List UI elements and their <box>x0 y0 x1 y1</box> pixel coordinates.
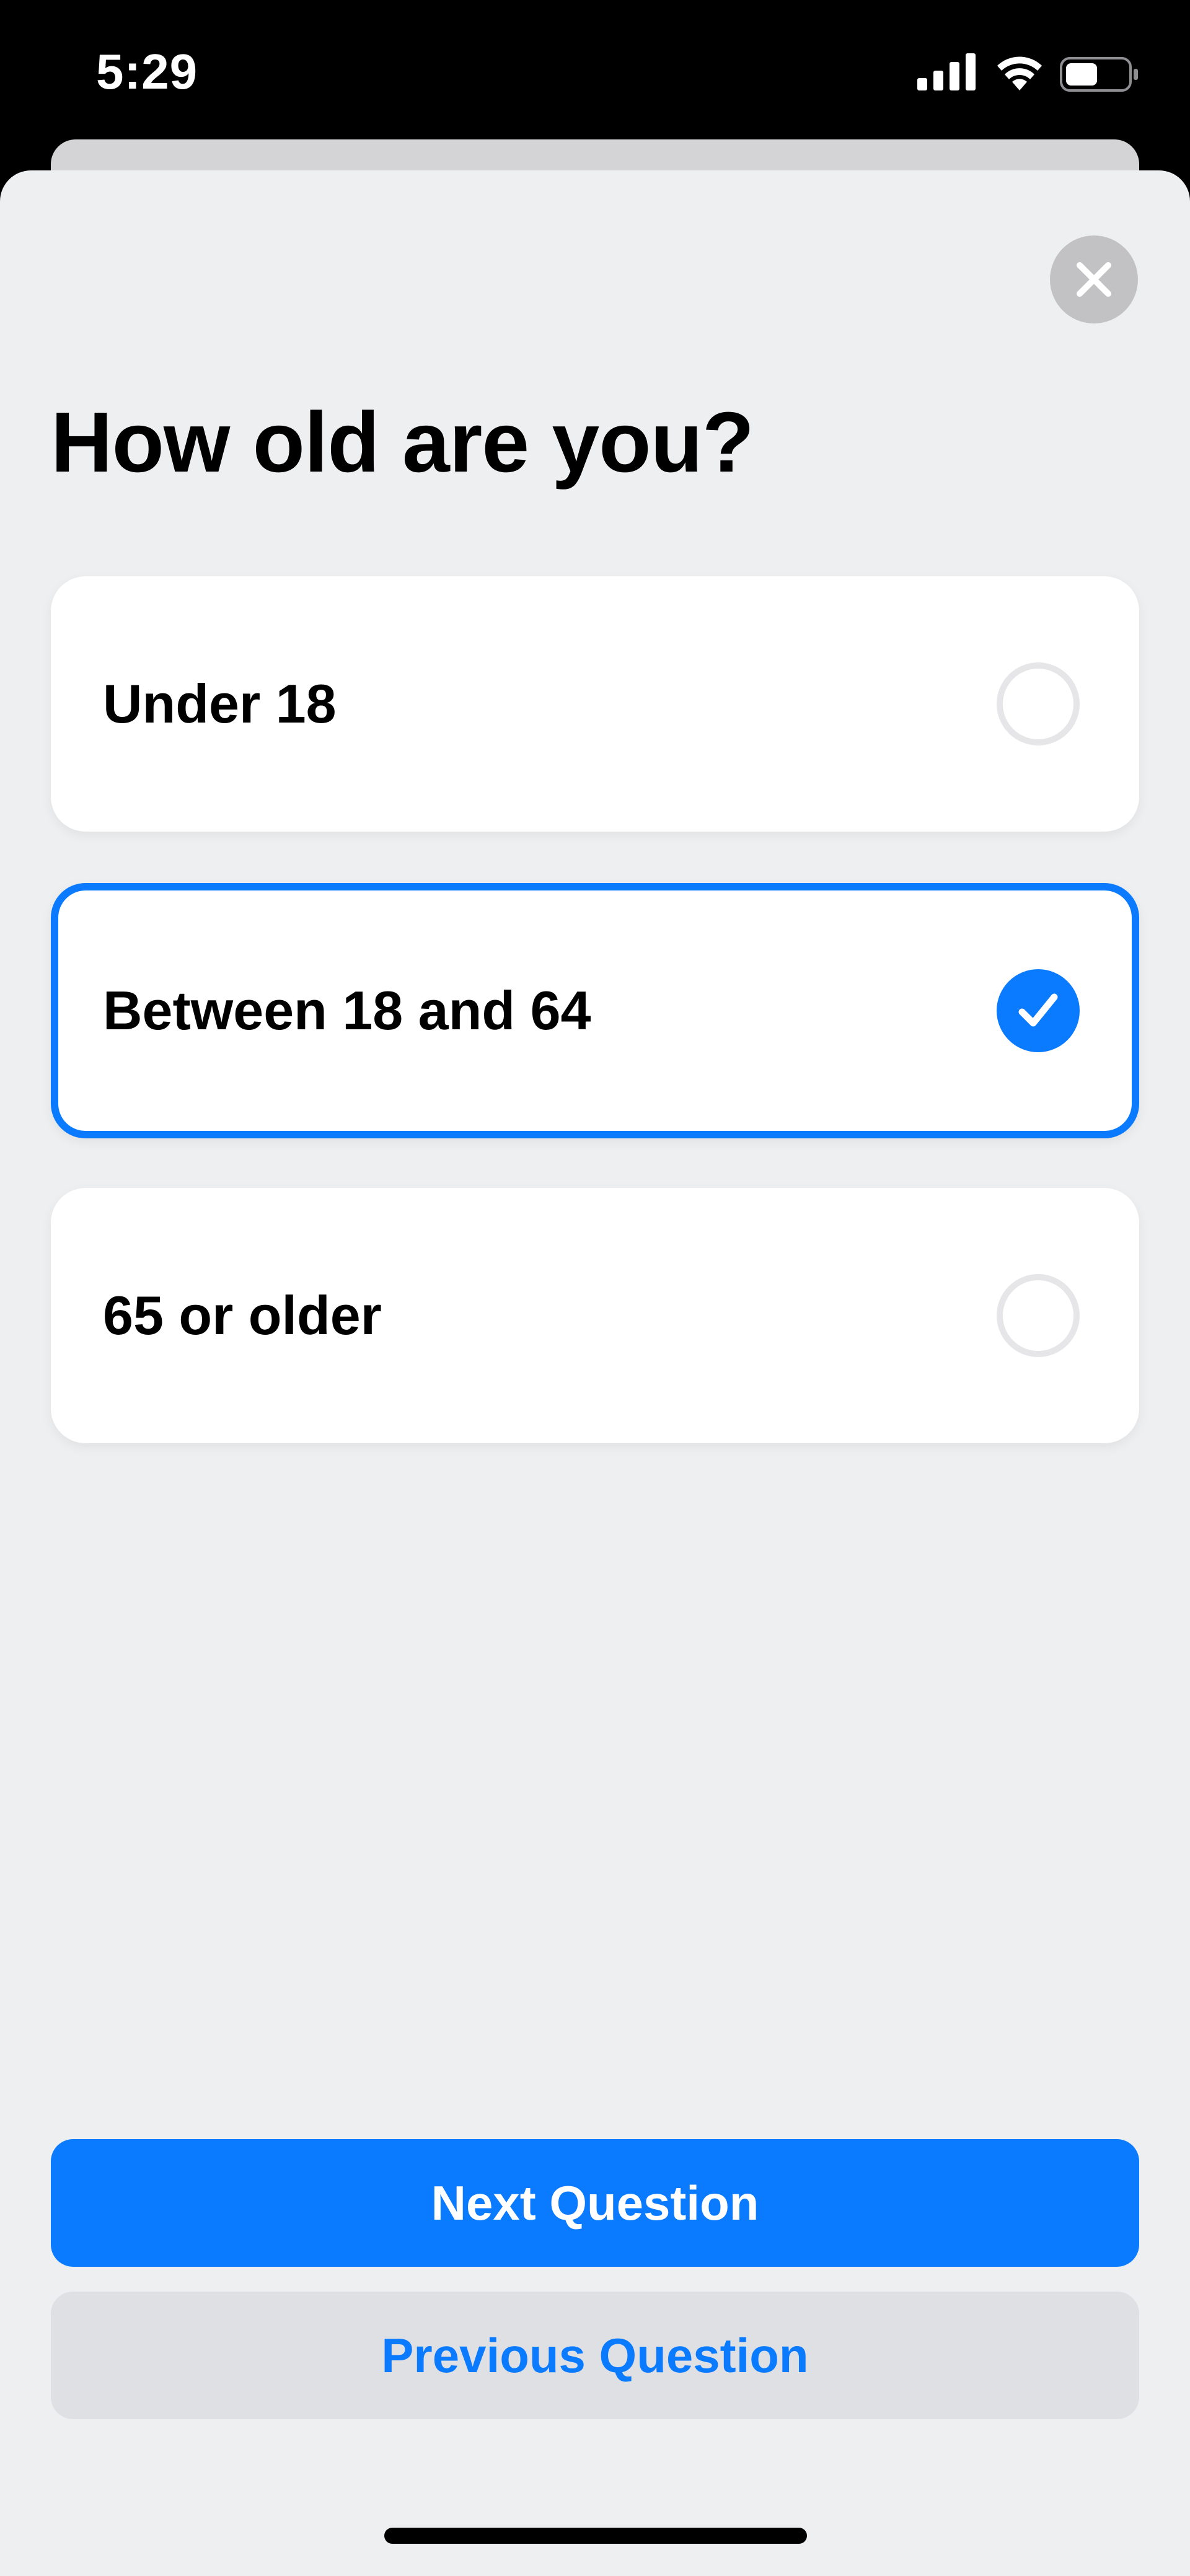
option-label: Between 18 and 64 <box>103 980 591 1041</box>
home-indicator[interactable] <box>384 2528 807 2544</box>
radio-selected-checkmark-icon[interactable] <box>997 969 1080 1052</box>
battery-icon <box>1060 57 1138 92</box>
option-65-or-older[interactable]: 65 or older <box>51 1188 1139 1443</box>
radio-unselected-icon[interactable] <box>997 662 1080 745</box>
status-time: 5:29 <box>96 44 198 99</box>
question-sheet: How old are you? Under 18 Between 18 and… <box>0 170 1190 2576</box>
close-button[interactable] <box>1050 235 1138 323</box>
wifi-icon <box>997 56 1042 90</box>
option-under-18[interactable]: Under 18 <box>51 576 1139 832</box>
option-between-18-and-64[interactable]: Between 18 and 64 <box>51 883 1139 1138</box>
cellular-signal-icon <box>917 53 976 90</box>
radio-unselected-icon[interactable] <box>997 1274 1080 1357</box>
previous-question-button[interactable]: Previous Question <box>51 2292 1139 2419</box>
next-question-button[interactable]: Next Question <box>51 2139 1139 2267</box>
close-icon <box>1077 262 1111 297</box>
option-label: Under 18 <box>103 673 337 734</box>
checkmark-icon <box>1018 993 1058 1027</box>
status-bar: 5:29 <box>0 0 1190 143</box>
option-label: 65 or older <box>103 1285 382 1346</box>
page-title: How old are you? <box>51 395 754 490</box>
